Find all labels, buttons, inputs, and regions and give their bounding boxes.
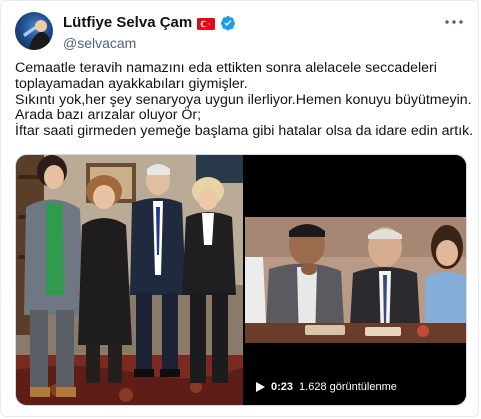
video-player[interactable]: 0:23 1.628 görüntülenme [245,155,466,405]
author-info: Lütfiye Selva Çam @selvacam [63,14,236,52]
tweet-line: toplayamadan ayakkabıları giymişler. [15,75,248,92]
video-duration: 0:23 [271,381,294,393]
user-handle[interactable]: @selvacam [63,34,236,52]
tweet-card[interactable]: Lütfiye Selva Çam @selvacam Cemaatle ter… [0,0,479,417]
video-meta: 0:23 1.628 görüntülenme [255,381,397,393]
tweet-line: Cemaatle teravih namazını eda ettikten s… [15,60,437,76]
media-grid: 0:23 1.628 görüntülenme [15,154,467,406]
tweet-header: Lütfiye Selva Çam @selvacam [15,12,464,54]
tweet-text: Cemaatle teravih namazını eda ettikten s… [15,60,474,140]
play-icon[interactable] [255,382,265,392]
verified-badge-icon [220,15,236,31]
video-thumbnail [245,217,466,343]
avatar-image [23,20,51,50]
tweet-line: Arada bazı arızalar oluyor Ör; [15,107,202,124]
turkey-flag-icon [197,17,216,30]
tweet-line: İftar saati girmeden yemeğe başlama gibi… [15,123,474,140]
group-photo[interactable] [16,155,243,405]
more-options-icon[interactable] [444,14,464,30]
video-view-count: 1.628 görüntülenme [299,381,397,393]
avatar[interactable] [15,12,53,50]
display-name[interactable]: Lütfiye Selva Çam [63,14,192,32]
